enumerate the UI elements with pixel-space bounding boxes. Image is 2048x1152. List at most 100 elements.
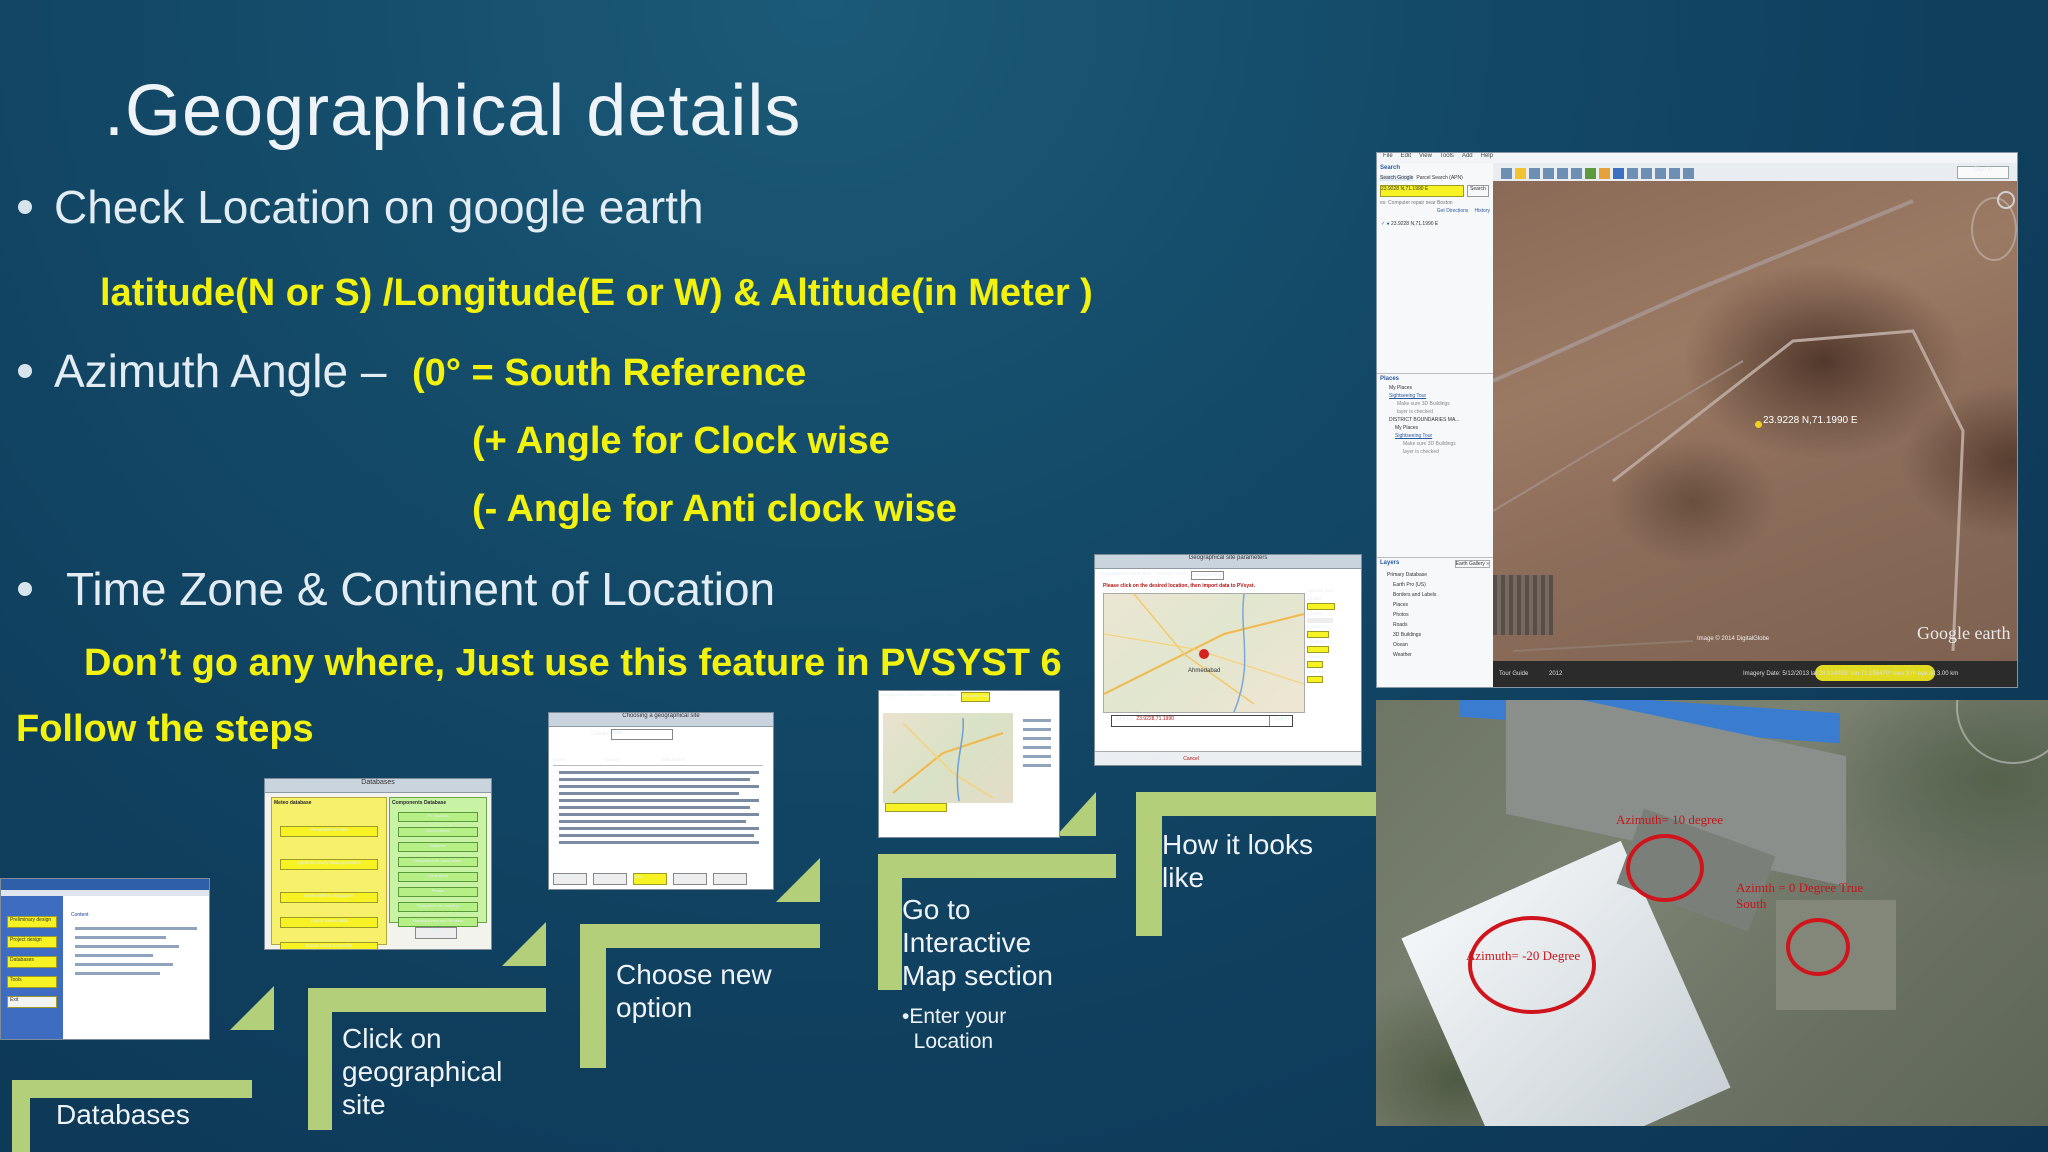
layer-item[interactable]: Ocean: [1387, 640, 1493, 650]
exit-button[interactable]: Exit: [415, 927, 457, 939]
selected-point-label: Selected point: [1307, 588, 1334, 593]
history-link[interactable]: History: [1474, 208, 1490, 214]
tab-parcel-search[interactable]: Parcel Search (APN): [1416, 175, 1462, 181]
export-button[interactable]: Export: [593, 873, 627, 885]
place-item[interactable]: Sightseeing Tour: [1389, 432, 1493, 440]
save-image-icon[interactable]: [1669, 168, 1680, 179]
placemark-icon[interactable]: [1515, 168, 1526, 179]
ruler-icon[interactable]: [1627, 168, 1638, 179]
layer-item[interactable]: Borders and Labels: [1387, 590, 1493, 600]
sun-icon[interactable]: [1599, 168, 1610, 179]
email-icon[interactable]: [1641, 168, 1652, 179]
altitude-field[interactable]: [1307, 661, 1323, 668]
tour-icon[interactable]: [1571, 168, 1582, 179]
tab-interactive-map[interactable]: Interactive Map: [1190, 571, 1224, 580]
open-button[interactable]: Open: [673, 873, 707, 885]
manufacturers-button[interactable]: Manufacturers and Retailers: [398, 917, 478, 927]
place-item[interactable]: My Places: [1389, 384, 1493, 392]
place-item[interactable]: DISTRICT BOUNDARIES MA...: [1389, 416, 1493, 424]
search-result[interactable]: ✓ ● 23.9228 N,71.1990 E: [1377, 215, 1493, 233]
menu-help[interactable]: Help: [1481, 153, 1493, 163]
synthetic-data-button[interactable]: Synthetic hourly data generation: [280, 859, 378, 870]
exit-button[interactable]: Exit: [7, 996, 57, 1008]
import-ascii-button[interactable]: Import ASCII meteo file: [280, 942, 378, 949]
longitude-field[interactable]: [1307, 646, 1329, 653]
tab-monthly-meteo[interactable]: Monthly meteo: [1156, 571, 1186, 580]
generators-button[interactable]: Generators: [398, 872, 478, 882]
tools-button[interactable]: Tools: [7, 976, 57, 988]
layer-item[interactable]: Roads: [1387, 620, 1493, 630]
place-item[interactable]: My Places: [1389, 424, 1493, 432]
pump-regulators-button[interactable]: Regulators for pumping: [398, 902, 478, 912]
locality-field[interactable]: [1307, 603, 1335, 610]
preliminary-design-button[interactable]: Preliminary design: [7, 916, 57, 928]
planets-icon[interactable]: [1613, 168, 1624, 179]
menu-tools[interactable]: Tools: [1440, 153, 1454, 163]
project-design-button[interactable]: Project design: [7, 936, 57, 948]
batteries-button[interactable]: Batteries: [398, 842, 478, 852]
layer-item[interactable]: Earth Pro (US): [1387, 580, 1493, 590]
tab-search-google[interactable]: Search Google: [1380, 175, 1414, 181]
interactive-map-thumbnail: Geographical Coordinates Monthly meteo I…: [878, 690, 1060, 838]
address-field[interactable]: [885, 803, 947, 812]
layer-item[interactable]: 3D Buildings: [1387, 630, 1493, 640]
pumps-button[interactable]: Pumps: [398, 887, 478, 897]
new-duplicate-button[interactable]: New/Duplicate: [553, 873, 587, 885]
tour-guide-button[interactable]: Tour Guide: [1499, 671, 1528, 677]
view-in-maps-icon[interactable]: [1683, 168, 1694, 179]
time-zone-field[interactable]: [1307, 676, 1323, 683]
historical-imagery-icon[interactable]: [1585, 168, 1596, 179]
databases-button[interactable]: Databases: [7, 956, 57, 968]
sign-in-button[interactable]: Sign in: [1957, 166, 2009, 179]
layer-item[interactable]: Weather: [1387, 650, 1493, 660]
places-tree[interactable]: My Places Sightseeing Tour Make sure 3D …: [1377, 384, 1493, 456]
tab-geo-coordinates[interactable]: Geographical Coordinates: [1099, 571, 1151, 580]
path-icon[interactable]: [1543, 168, 1554, 179]
geographical-sites-button[interactable]: Geographical sites: [280, 826, 378, 837]
close-button[interactable]: Close: [713, 873, 747, 885]
earth-gallery-button[interactable]: Earth Gallery »: [1454, 560, 1490, 568]
overlay-icon[interactable]: [1557, 168, 1568, 179]
ge-satellite-view[interactable]: 23.9228 N,71.1990 E Image © 2014 Digital…: [1493, 181, 2017, 661]
tab-geo-coordinates[interactable]: Geographical Coordinates: [880, 692, 926, 702]
tab-interactive-map[interactable]: Interactive Map: [960, 692, 991, 702]
meteo-tables-button[interactable]: Meteo tables and graphs: [280, 892, 378, 903]
import-meteo-button[interactable]: Import meteo data: [280, 917, 378, 928]
search-button[interactable]: Search: [1467, 185, 1489, 197]
placemark-pin-icon[interactable]: [1755, 421, 1762, 428]
search-button[interactable]: Search: [1269, 716, 1292, 726]
menu-edit[interactable]: Edit: [1401, 153, 1411, 163]
layer-item[interactable]: Photos: [1387, 610, 1493, 620]
print-button[interactable]: Print: [1151, 756, 1161, 762]
layers-tree[interactable]: Primary Database Earth Pro (US) Borders …: [1377, 570, 1493, 660]
country-select[interactable]: India: [611, 729, 673, 740]
regulators-button[interactable]: Regulators for stand-alone: [398, 857, 478, 867]
map-view[interactable]: Ahmedabad: [1103, 593, 1305, 713]
place-item[interactable]: Sightseeing Tour: [1389, 392, 1493, 400]
grid-inverters-button[interactable]: Grid inverters: [398, 827, 478, 837]
country-label: Country: [1307, 611, 1322, 616]
navigation-control-icon[interactable]: [1971, 197, 2017, 261]
new-button[interactable]: New: [633, 873, 667, 885]
layer-item[interactable]: Places: [1387, 600, 1493, 610]
pv-modules-button[interactable]: PV modules: [398, 812, 478, 822]
site-list[interactable]: [553, 767, 765, 865]
ok-button[interactable]: OK: [1221, 756, 1228, 762]
polygon-icon[interactable]: [1529, 168, 1540, 179]
new-site-button[interactable]: New Site: [1109, 756, 1129, 762]
print-icon[interactable]: [1655, 168, 1666, 179]
menu-add[interactable]: Add: [1462, 153, 1473, 163]
map-area[interactable]: [883, 713, 1013, 803]
menu-view[interactable]: View: [1419, 153, 1432, 163]
get-directions-link[interactable]: Get Directions: [1437, 208, 1469, 214]
cancel-button[interactable]: Cancel: [1183, 756, 1199, 762]
navigation-control-icon[interactable]: [1956, 700, 2048, 764]
search-row: 23.9228 N,71.1990 E Search: [1377, 183, 1493, 199]
sidebar-toggle-icon[interactable]: [1501, 168, 1512, 179]
latitude-field[interactable]: [1307, 631, 1329, 638]
address-field[interactable]: Address 23.9228,71.1990 Search: [1111, 715, 1293, 727]
tab-monthly-meteo[interactable]: Monthly meteo: [930, 692, 956, 702]
layer-item[interactable]: Primary Database: [1387, 570, 1493, 580]
search-input[interactable]: 23.9228 N,71.1990 E: [1380, 185, 1464, 197]
menu-file[interactable]: File: [1383, 153, 1393, 163]
